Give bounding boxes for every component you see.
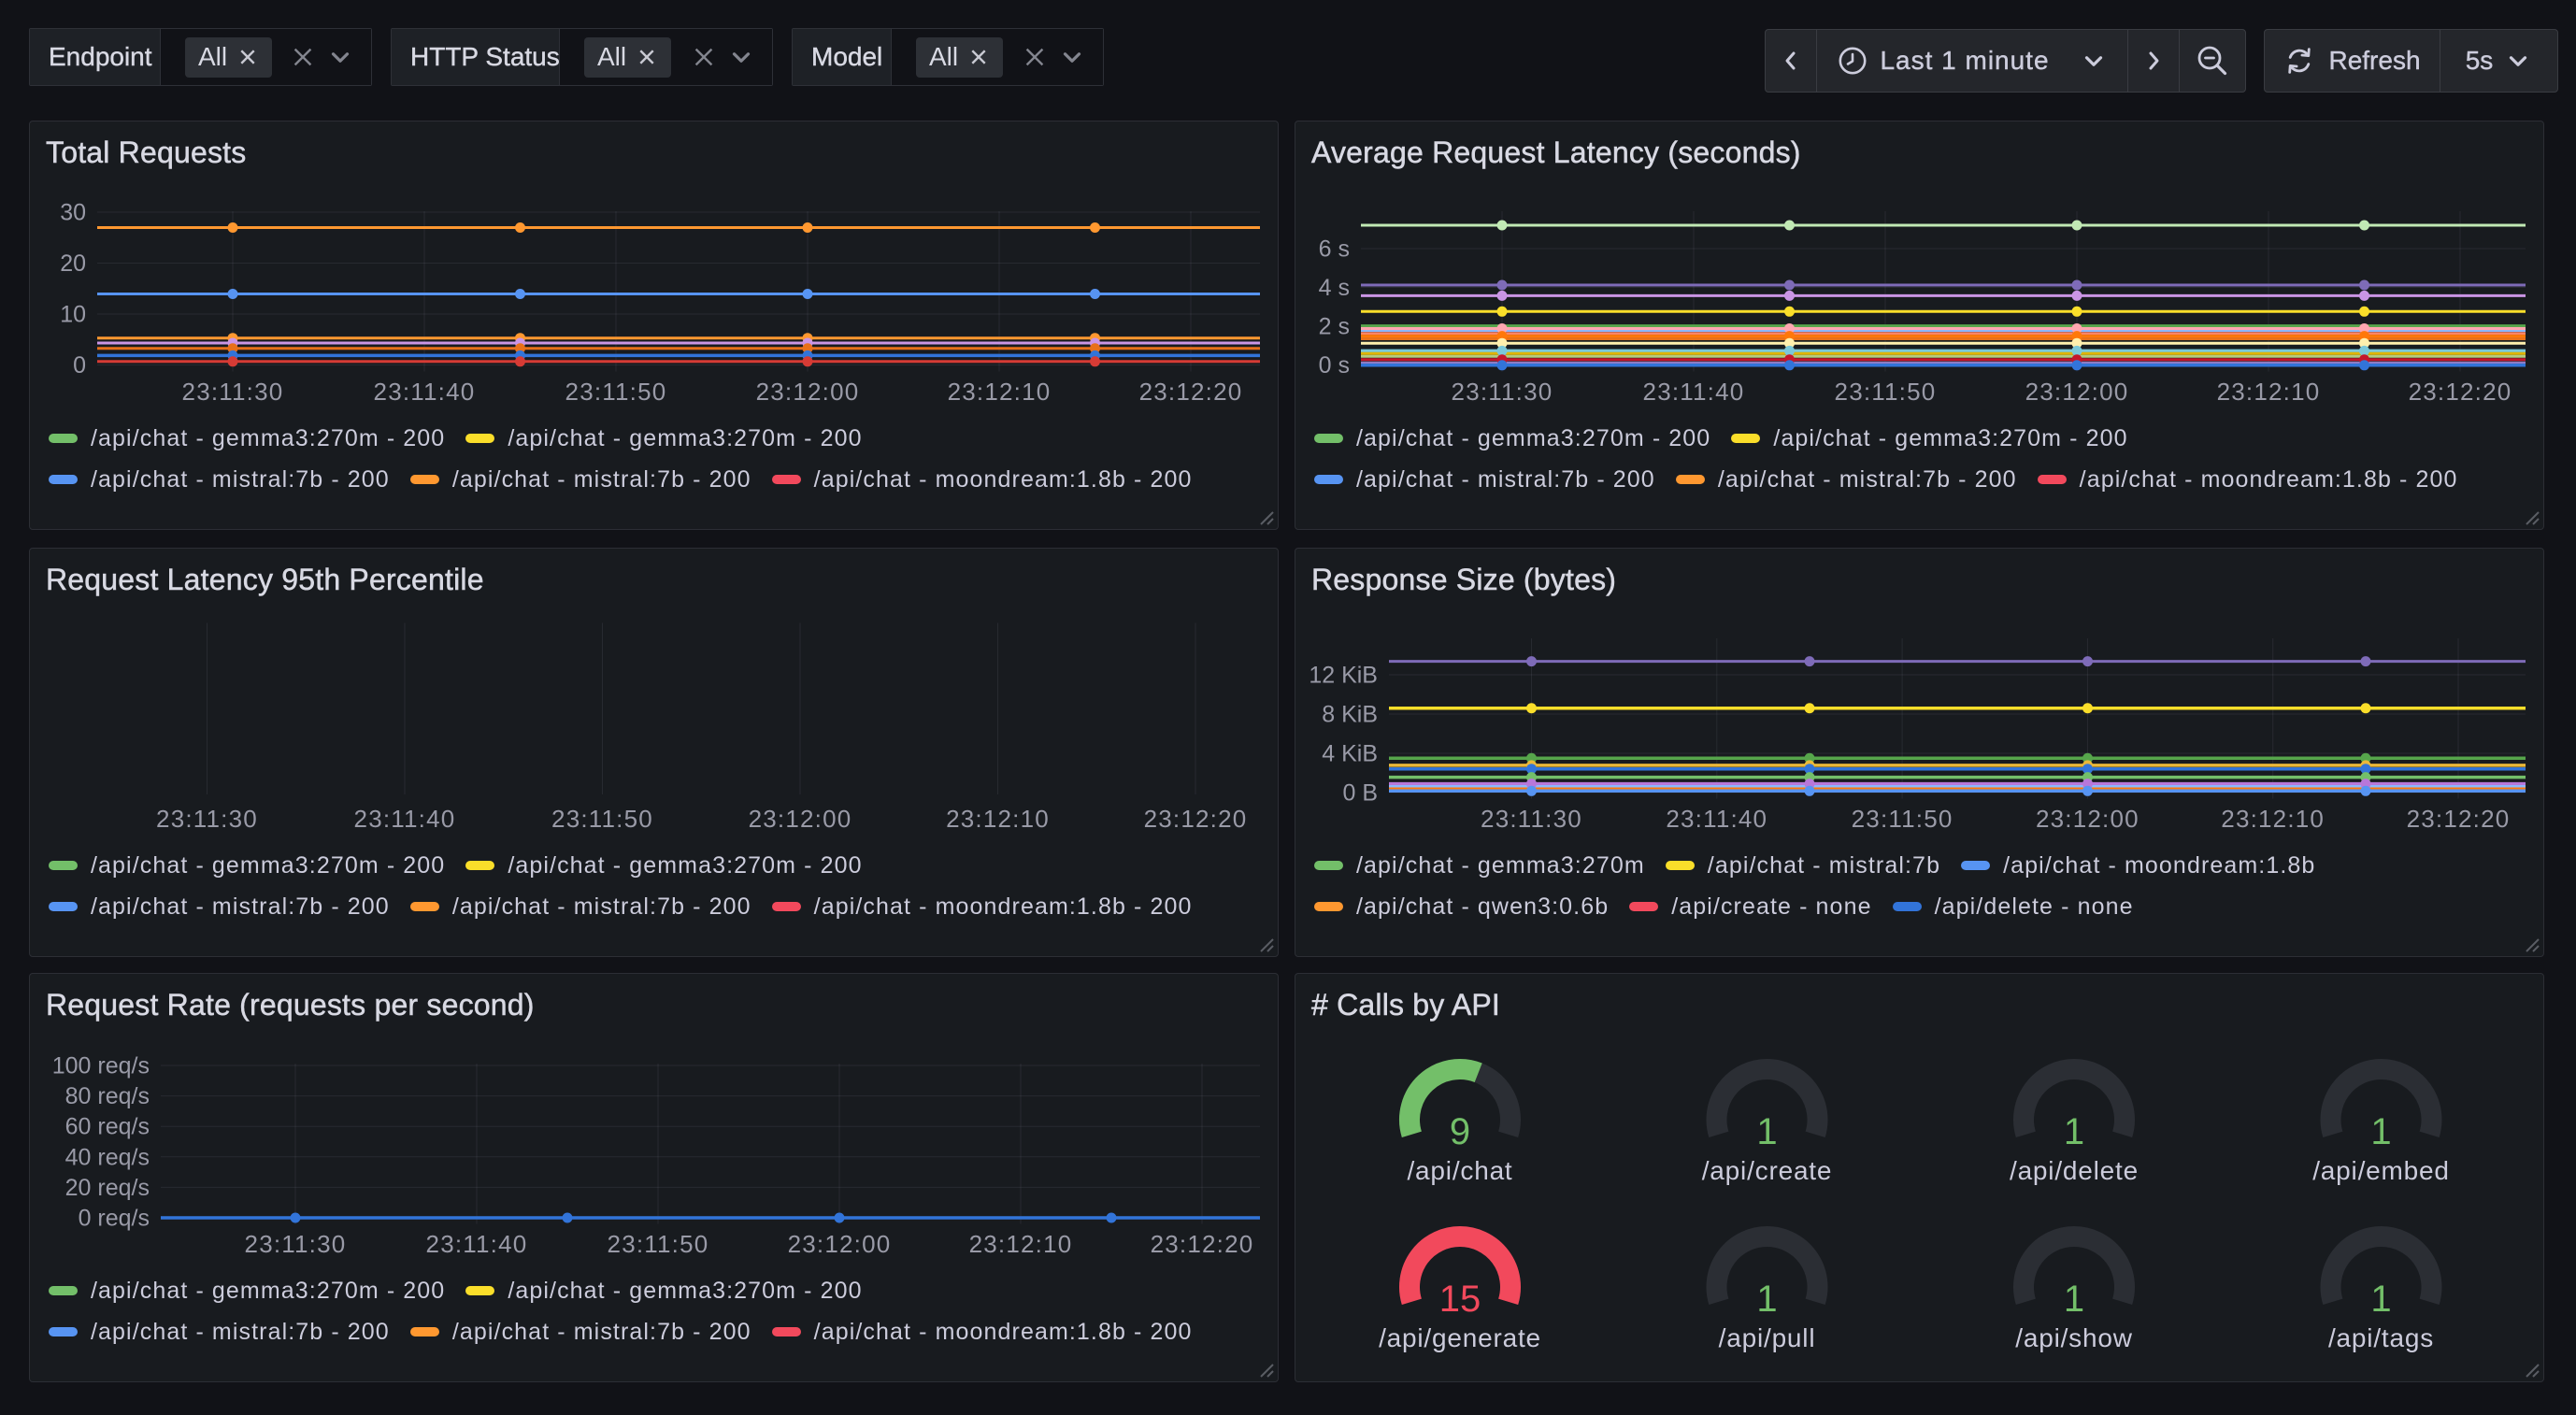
svg-text:23:12:10: 23:12:10 xyxy=(969,1230,1073,1258)
svg-text:1: 1 xyxy=(2370,1279,2391,1320)
svg-text:0 s: 0 s xyxy=(1319,352,1350,379)
svg-text:23:12:00: 23:12:00 xyxy=(749,805,852,833)
svg-text:20 req/s: 20 req/s xyxy=(65,1175,150,1201)
svg-text:23:11:40: 23:11:40 xyxy=(374,378,476,406)
svg-text:/api/delete: /api/delete xyxy=(2010,1156,2139,1185)
svg-text:1: 1 xyxy=(2370,1111,2391,1152)
svg-text:23:11:50: 23:11:50 xyxy=(565,378,667,406)
svg-text:23:11:40: 23:11:40 xyxy=(1666,805,1767,833)
svg-text:1: 1 xyxy=(2064,1279,2084,1320)
svg-text:23:11:50: 23:11:50 xyxy=(1835,378,1937,406)
svg-text:30: 30 xyxy=(60,200,86,226)
svg-text:23:11:40: 23:11:40 xyxy=(426,1230,528,1258)
svg-text:23:12:10: 23:12:10 xyxy=(946,805,1050,833)
svg-text:23:11:50: 23:11:50 xyxy=(608,1230,709,1258)
svg-text:23:11:30: 23:11:30 xyxy=(182,378,284,406)
svg-text:23:11:40: 23:11:40 xyxy=(1643,378,1745,406)
svg-text:20: 20 xyxy=(60,250,86,277)
svg-text:23:12:20: 23:12:20 xyxy=(1151,1230,1254,1258)
svg-text:23:12:10: 23:12:10 xyxy=(2221,805,2325,833)
svg-text:23:12:00: 23:12:00 xyxy=(788,1230,892,1258)
svg-text:8 KiB: 8 KiB xyxy=(1322,702,1378,728)
svg-text:/api/pull: /api/pull xyxy=(1719,1323,1816,1352)
svg-text:10: 10 xyxy=(60,302,86,328)
svg-text:23:12:00: 23:12:00 xyxy=(2025,378,2129,406)
svg-text:/api/embed: /api/embed xyxy=(2312,1156,2450,1185)
svg-text:12 KiB: 12 KiB xyxy=(1309,663,1378,689)
svg-text:1: 1 xyxy=(2064,1111,2084,1152)
svg-text:23:11:50: 23:11:50 xyxy=(1852,805,1953,833)
svg-text:1: 1 xyxy=(1756,1111,1777,1152)
svg-text:4 KiB: 4 KiB xyxy=(1322,741,1378,767)
svg-text:/api/tags: /api/tags xyxy=(2328,1323,2434,1352)
svg-text:2 s: 2 s xyxy=(1319,314,1350,340)
svg-text:23:12:20: 23:12:20 xyxy=(2407,805,2511,833)
svg-text:23:11:30: 23:11:30 xyxy=(245,1230,347,1258)
svg-text:60 req/s: 60 req/s xyxy=(65,1114,150,1140)
svg-text:80 req/s: 80 req/s xyxy=(65,1083,150,1109)
svg-text:/api/show: /api/show xyxy=(2015,1323,2133,1352)
svg-text:23:12:20: 23:12:20 xyxy=(1139,378,1243,406)
svg-text:4 s: 4 s xyxy=(1319,275,1350,301)
svg-text:23:12:10: 23:12:10 xyxy=(2217,378,2321,406)
svg-text:9: 9 xyxy=(1450,1111,1470,1152)
svg-text:23:11:50: 23:11:50 xyxy=(551,805,653,833)
svg-text:1: 1 xyxy=(1756,1279,1777,1320)
svg-text:/api/generate: /api/generate xyxy=(1379,1323,1541,1352)
svg-text:15: 15 xyxy=(1439,1279,1481,1320)
svg-text:23:11:30: 23:11:30 xyxy=(1452,378,1553,406)
svg-text:6 s: 6 s xyxy=(1319,236,1350,263)
svg-text:23:12:00: 23:12:00 xyxy=(2036,805,2140,833)
svg-text:100 req/s: 100 req/s xyxy=(52,1053,150,1079)
svg-text:40 req/s: 40 req/s xyxy=(65,1144,150,1170)
svg-text:/api/create: /api/create xyxy=(1702,1156,1833,1185)
svg-text:23:12:00: 23:12:00 xyxy=(756,378,860,406)
svg-text:/api/chat: /api/chat xyxy=(1407,1156,1512,1185)
svg-text:23:12:20: 23:12:20 xyxy=(1144,805,1248,833)
svg-text:0 B: 0 B xyxy=(1342,780,1378,807)
svg-text:23:11:40: 23:11:40 xyxy=(354,805,456,833)
svg-text:23:12:10: 23:12:10 xyxy=(948,378,1052,406)
svg-text:23:11:30: 23:11:30 xyxy=(156,805,258,833)
svg-text:0 req/s: 0 req/s xyxy=(79,1206,150,1232)
svg-text:23:12:20: 23:12:20 xyxy=(2409,378,2512,406)
svg-text:23:11:30: 23:11:30 xyxy=(1481,805,1582,833)
svg-text:0: 0 xyxy=(73,352,86,379)
